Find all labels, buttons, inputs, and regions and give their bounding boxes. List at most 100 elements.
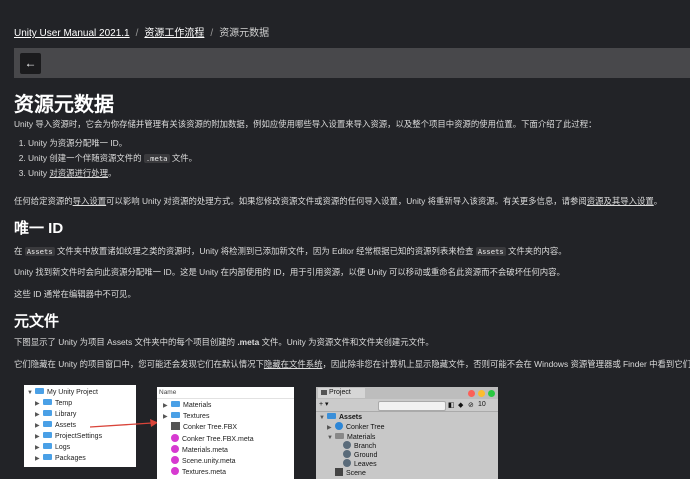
- hidden-count: 10: [478, 401, 486, 408]
- folder-icon: [35, 388, 44, 395]
- folder-icon: [43, 443, 52, 450]
- finder-listing-figure: Name ▶ Materials ▶ Textures Conker Tree.FB…: [157, 387, 294, 479]
- text: 在: [14, 246, 25, 256]
- heading-unique-id: 唯一 ID: [14, 220, 64, 237]
- step-text: 。: [108, 168, 117, 178]
- list-item-label: Conker Tree.FBX.meta: [182, 436, 254, 443]
- list-item-label: Materials.meta: [182, 447, 228, 454]
- list-item: Scene.unity.meta: [171, 456, 236, 467]
- filter-icon[interactable]: ◧: [448, 401, 455, 409]
- meta-file-icon: [171, 467, 179, 476]
- folder-icon: [171, 412, 180, 419]
- project-item-label: Materials: [347, 434, 376, 441]
- list-item-label: Textures.meta: [182, 469, 226, 476]
- expand-arrow-icon: ▼: [27, 390, 33, 396]
- text: 文件夹中放置诸如纹理之类的资源时，Unity 将检测到已添加新文件，因为 Edi…: [54, 246, 476, 256]
- step-text: Unity 创建一个伴随资源文件的: [28, 153, 144, 163]
- tree-item-label: Temp: [55, 400, 73, 407]
- label-icon[interactable]: ◆: [458, 401, 463, 409]
- close-window-icon[interactable]: [468, 390, 475, 397]
- breadcrumb-parent-link[interactable]: 资源工作流程: [144, 28, 204, 39]
- list-item: Unity 创建一个伴随资源文件的 .meta 文件。: [28, 151, 197, 166]
- list-item: Textures.meta: [171, 467, 226, 478]
- expand-arrow-icon: ▶: [35, 456, 40, 462]
- text: 任何给定资源的: [14, 196, 73, 206]
- model-icon: [335, 422, 343, 431]
- step-text: Unity: [28, 168, 50, 178]
- folder-icon: [43, 410, 52, 417]
- list-item: Unity 为资源分配唯一 ID。: [28, 136, 197, 151]
- import-settings-link[interactable]: 导入设置: [73, 196, 107, 206]
- assets-import-settings-link[interactable]: 资源及其导入设置: [587, 196, 654, 206]
- pointer-arrow-icon: [90, 419, 158, 428]
- tree-item-label: Packages: [55, 455, 86, 462]
- meta-paragraph-1: 下图显示了 Unity 为项目 Assets 文件夹中的每个项目创建的 .met…: [14, 336, 434, 348]
- material-icon: [343, 450, 351, 459]
- minimize-window-icon[interactable]: [478, 390, 485, 397]
- project-item-label: Ground: [354, 452, 378, 459]
- project-item-label: Branch: [354, 443, 377, 450]
- breadcrumb-separator: /: [210, 28, 214, 39]
- column-header-name: Name: [159, 389, 177, 396]
- material-icon: [343, 459, 351, 468]
- tree-item: ▶ Library: [35, 410, 76, 420]
- folder-icon: [335, 433, 344, 440]
- expand-arrow-icon: ▼: [327, 435, 333, 441]
- folder-icon: [171, 401, 180, 408]
- folder-icon: [327, 413, 336, 420]
- visibility-icon[interactable]: ⊘: [468, 401, 474, 409]
- list-item-label: Textures: [183, 413, 210, 420]
- tree-item: ▼ My Unity Project: [27, 388, 98, 398]
- meta-paragraph-2: 它们隐藏在 Unity 的项目窗口中，您可能还会发现它们在默认情况下隐藏在文件系…: [14, 358, 690, 370]
- breadcrumb-root-link[interactable]: Unity User Manual 2021.1: [14, 28, 130, 39]
- list-item-label: Materials: [183, 402, 212, 409]
- uid-paragraph-2: Unity 找到新文件时会向此资源分配唯一 ID。这是 Unity 在内部使用的…: [14, 267, 565, 277]
- expand-arrow-icon: ▶: [35, 445, 40, 451]
- uid-paragraph-1: 在 Assets 文件夹中放置诸如纹理之类的资源时，Unity 将检测到已添加新…: [14, 245, 567, 258]
- text: ，因此除非您在计算机上显示隐藏文件，否则可能不会在 Windows 资源管理器或…: [322, 359, 690, 369]
- list-item: Conker Tree.FBX.meta: [171, 434, 254, 445]
- assets-code: Assets: [475, 247, 506, 256]
- tab-project[interactable]: Project: [318, 388, 365, 398]
- toolbar: ←: [14, 48, 690, 78]
- maximize-window-icon[interactable]: [488, 390, 495, 397]
- list-item: ▶ Textures: [163, 412, 209, 422]
- step-text: Unity 为资源分配唯一 ID。: [28, 138, 128, 148]
- folder-icon: [43, 399, 52, 406]
- heading-meta-files: 元文件: [14, 313, 60, 330]
- expand-arrow-icon: ▼: [319, 415, 325, 421]
- expand-arrow-icon: ▶: [35, 412, 40, 418]
- import-settings-paragraph: 任何给定资源的导入设置可以影响 Unity 对资源的处理方式。如果您修改资源文件…: [14, 195, 662, 207]
- process-asset-link[interactable]: 对资源进行处理: [49, 168, 108, 178]
- project-item-label: Assets: [339, 414, 362, 421]
- meta-code: .meta: [143, 154, 170, 163]
- expand-arrow-icon: ▶: [163, 403, 168, 409]
- page: Unity User Manual 2021.1/资源工作流程 / 资源元数据 ← …: [0, 0, 690, 479]
- back-button[interactable]: ←: [20, 53, 41, 74]
- list-item: Unity 对资源进行处理。: [28, 166, 197, 181]
- text: 文件。Unity 为资源文件和文件夹创建元文件。: [259, 337, 434, 347]
- tree-item-label: Library: [55, 411, 77, 418]
- tree-item-label: My Unity Project: [47, 389, 98, 396]
- tree-item: ▶ Logs: [35, 443, 70, 453]
- add-asset-button[interactable]: + ▾: [319, 400, 329, 408]
- folder-icon: [43, 421, 52, 428]
- search-input[interactable]: [378, 401, 446, 411]
- hidden-files-link[interactable]: 隐藏在文件系统: [264, 359, 323, 369]
- breadcrumb-current: 资源元数据: [219, 28, 270, 39]
- text: 文件夹的内容。: [505, 246, 567, 256]
- list-item-label: Scene.unity.meta: [182, 458, 236, 465]
- project-item-label: Conker Tree: [346, 424, 385, 431]
- meta-bold: .meta: [237, 337, 260, 347]
- project-item[interactable]: Scene: [335, 468, 366, 479]
- meta-file-icon: [171, 456, 179, 465]
- text: 。: [653, 196, 663, 206]
- project-item-label: Leaves: [354, 461, 377, 468]
- project-tab-icon: [321, 389, 327, 395]
- folder-icon: [43, 432, 52, 439]
- project-item[interactable]: ▶ Conker Tree: [327, 422, 385, 433]
- project-toolbar: + ▾ ◧ ◆ ⊘ 10: [316, 399, 498, 412]
- unity-project-window-figure: Project + ▾ ◧ ◆ ⊘ 10 ▼ Assets ▶ Conker Tre…: [316, 387, 498, 479]
- steps-list: Unity 为资源分配唯一 ID。 Unity 创建一个伴随资源文件的 .met…: [14, 136, 197, 181]
- tree-item-label: Assets: [55, 422, 77, 429]
